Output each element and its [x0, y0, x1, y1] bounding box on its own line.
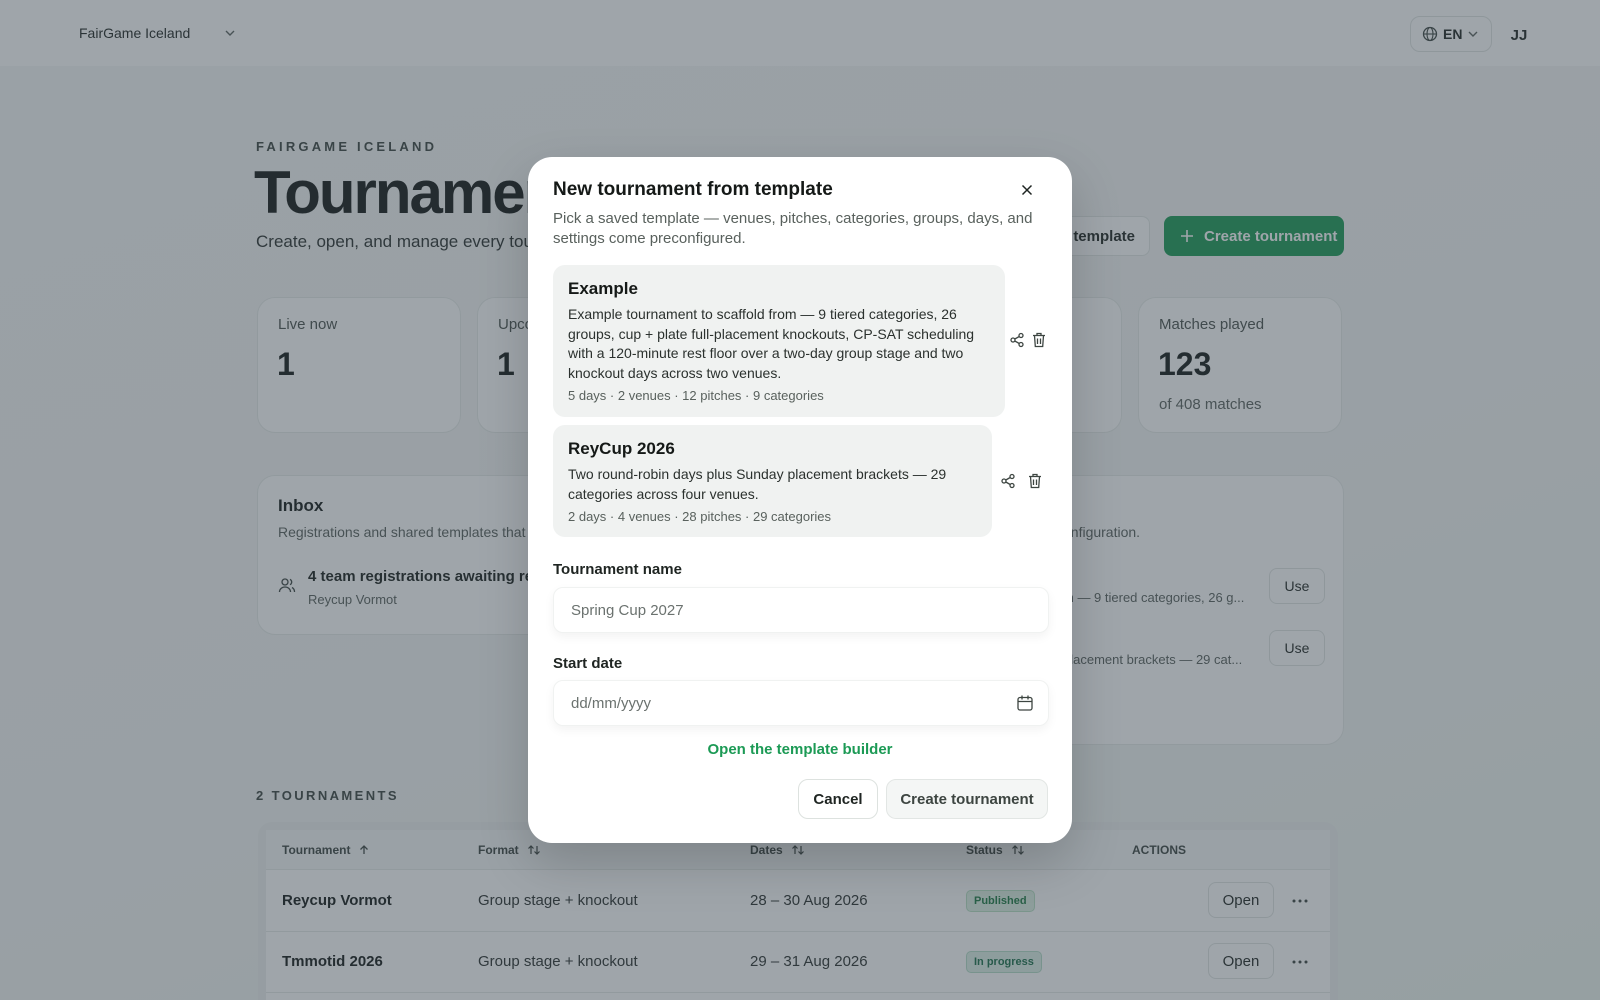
share-icon — [1001, 473, 1015, 489]
template-meta: 2 days · 4 venues · 28 pitches · 29 cate… — [568, 509, 832, 524]
template-option-example[interactable]: Example Example tournament to scaffold f… — [553, 265, 1005, 417]
template-meta: 5 days · 2 venues · 12 pitches · 9 categ… — [568, 388, 824, 403]
trash-icon — [1033, 332, 1045, 348]
template-name: Example — [568, 279, 638, 298]
dialog-title: New tournament from template — [553, 179, 833, 200]
share-template-button[interactable] — [998, 471, 1018, 491]
start-date-label: Start date — [553, 655, 623, 672]
tournament-name-input[interactable] — [571, 601, 1048, 619]
template-name: ReyCup 2026 — [568, 439, 675, 458]
start-date-input[interactable] — [571, 694, 1048, 712]
tournament-name-field[interactable] — [553, 587, 1049, 633]
share-template-button[interactable] — [1007, 330, 1027, 350]
template-description: Example tournament to scaffold from — 9 … — [568, 306, 975, 381]
trash-icon — [1029, 473, 1041, 489]
new-tournament-dialog: New tournament from template Pick a save… — [528, 157, 1072, 843]
close-button[interactable] — [1016, 179, 1038, 201]
dialog-description: Pick a saved template — venues, pitches,… — [553, 210, 1033, 247]
calendar-icon[interactable] — [1016, 694, 1034, 712]
open-template-builder-link[interactable]: Open the template builder — [528, 741, 1072, 758]
delete-template-button[interactable] — [1029, 330, 1049, 350]
delete-template-button[interactable] — [1025, 471, 1045, 491]
share-icon — [1010, 332, 1024, 348]
template-description: Two round-robin days plus Sunday placeme… — [568, 466, 947, 502]
tournament-name-label: Tournament name — [553, 561, 682, 578]
start-date-field[interactable] — [553, 680, 1049, 726]
cancel-button[interactable]: Cancel — [798, 779, 878, 819]
create-tournament-submit-button[interactable]: Create tournament — [886, 779, 1048, 819]
template-option-reycup[interactable]: ReyCup 2026 Two round-robin days plus Su… — [553, 425, 992, 537]
close-icon — [1021, 184, 1033, 196]
